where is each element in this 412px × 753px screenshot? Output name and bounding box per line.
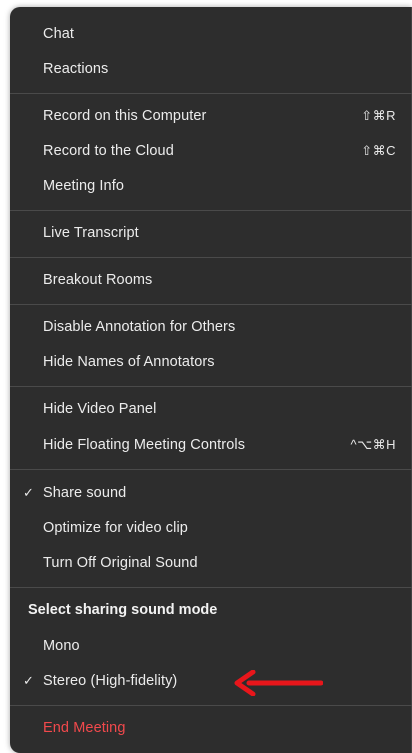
menu-separator xyxy=(10,469,412,470)
checkmark-icon: ✓ xyxy=(23,673,34,688)
menu-item-mono[interactable]: Mono xyxy=(10,631,412,661)
menu-item-label: Share sound xyxy=(43,485,127,501)
menu-item-live-transcript[interactable]: Live Transcript xyxy=(10,218,412,248)
menu-separator xyxy=(10,93,412,94)
menu-item-breakout-rooms[interactable]: Breakout Rooms xyxy=(10,265,412,295)
menu-item-label: Record to the Cloud xyxy=(43,143,174,159)
menu-item-label: Reactions xyxy=(43,61,109,77)
menu-item-hide-floating-controls[interactable]: Hide Floating Meeting Controls ^⌥⌘H xyxy=(10,430,412,460)
menu-item-label: Hide Floating Meeting Controls xyxy=(43,437,246,453)
menu-item-label: Disable Annotation for Others xyxy=(43,319,236,335)
checkmark-icon: ✓ xyxy=(23,485,34,500)
menu-item-hide-video-panel[interactable]: Hide Video Panel xyxy=(10,394,412,424)
keyboard-shortcut: ^⌥⌘H xyxy=(350,437,396,452)
menu-item-share-sound[interactable]: ✓ Share sound xyxy=(10,478,412,508)
menu-item-label: Turn Off Original Sound xyxy=(43,555,198,571)
menu-item-meeting-info[interactable]: Meeting Info xyxy=(10,171,412,201)
menu-item-disable-annotation[interactable]: Disable Annotation for Others xyxy=(10,312,412,342)
red-arrow-icon xyxy=(234,670,323,696)
menu-item-label: Record on this Computer xyxy=(43,108,207,124)
menu-separator xyxy=(10,257,412,258)
menu-item-label: Stereo (High-fidelity) xyxy=(43,673,178,689)
menu-item-label: Live Transcript xyxy=(43,225,139,241)
context-menu: Chat Reactions Record on this Computer ⇧… xyxy=(10,7,412,753)
menu-item-end-meeting[interactable]: End Meeting xyxy=(10,713,412,743)
menu-item-turn-off-original-sound[interactable]: Turn Off Original Sound xyxy=(10,548,412,578)
menu-item-label: Hide Names of Annotators xyxy=(43,354,215,370)
menu-item-optimize-video[interactable]: Optimize for video clip xyxy=(10,513,412,543)
menu-separator xyxy=(10,386,412,387)
menu-separator xyxy=(10,304,412,305)
keyboard-shortcut: ⇧⌘R xyxy=(361,108,396,123)
menu-item-label: Optimize for video clip xyxy=(43,520,188,536)
menu-separator xyxy=(10,210,412,211)
menu-item-label: End Meeting xyxy=(43,720,126,736)
section-header-sound-mode: Select sharing sound mode xyxy=(28,602,218,618)
menu-item-record-computer[interactable]: Record on this Computer ⇧⌘R xyxy=(10,101,412,131)
menu-item-reactions[interactable]: Reactions xyxy=(10,54,412,84)
menu-item-label: Chat xyxy=(43,26,75,42)
keyboard-shortcut: ⇧⌘C xyxy=(361,143,396,158)
menu-item-stereo[interactable]: ✓ Stereo (High-fidelity) xyxy=(10,666,412,696)
menu-item-label: Hide Video Panel xyxy=(43,401,157,417)
menu-item-hide-annotators[interactable]: Hide Names of Annotators xyxy=(10,347,412,377)
menu-item-record-cloud[interactable]: Record to the Cloud ⇧⌘C xyxy=(10,136,412,166)
menu-item-label: Meeting Info xyxy=(43,178,124,194)
menu-item-chat[interactable]: Chat xyxy=(10,19,412,49)
menu-item-label: Breakout Rooms xyxy=(43,272,153,288)
menu-item-label: Mono xyxy=(43,638,80,654)
menu-separator xyxy=(10,587,412,588)
menu-separator xyxy=(10,705,412,706)
